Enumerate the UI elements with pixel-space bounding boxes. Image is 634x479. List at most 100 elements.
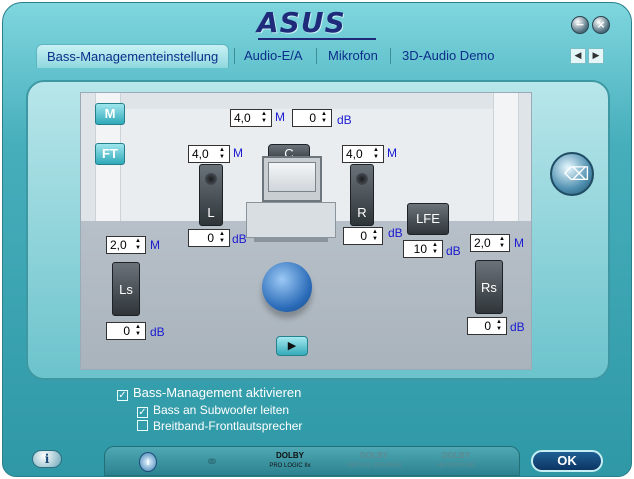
close-button[interactable]: ×: [592, 16, 610, 34]
broadband-front-checkbox[interactable]: Breitband-Frontlautsprecher: [137, 419, 302, 433]
ls-level-spinner[interactable]: 0 ▲ ▼: [106, 322, 146, 340]
right-surround-speaker[interactable]: Rs: [475, 260, 503, 314]
spin-arrows-icon[interactable]: ▲ ▼: [497, 236, 507, 250]
lfe-level-spinner[interactable]: 10 ▲ ▼: [403, 240, 443, 258]
dolby-virtual-speaker-button[interactable]: DOLBY VIRTUAL SPEAKER: [339, 451, 409, 473]
left-level-spinner[interactable]: 0 ▲ ▼: [188, 229, 230, 247]
center-distance-value: 4,0: [234, 111, 251, 125]
dolby-virtual-bottom: VIRTUAL SPEAKER: [346, 463, 402, 469]
bass-management-checkbox[interactable]: ✓ Bass-Management aktivieren: [117, 385, 301, 401]
tab-bar: Bass-Managementeinstellung Audio-E/A Mik…: [30, 44, 615, 68]
left-speaker[interactable]: L: [199, 164, 223, 226]
left-distance-spinner[interactable]: 4,0 ▲ ▼: [188, 145, 230, 163]
dolby-headphone-bottom: HEADPHONE: [436, 463, 475, 469]
dolby-prologic-bottom: PRO LOGIC IIx: [269, 463, 311, 469]
dolby-prologic-top: DOLBY: [276, 451, 304, 460]
spin-arrows-icon[interactable]: ▲ ▼: [319, 111, 329, 125]
tv-icon: [262, 156, 322, 202]
speaker-driver: [205, 173, 217, 185]
ls-distance-value: 2,0: [110, 238, 127, 252]
right-level-spinner[interactable]: 0 ▲ ▼: [343, 227, 383, 245]
spin-arrows-icon[interactable]: ▲ ▼: [370, 229, 380, 243]
tv-stand-base: [254, 238, 328, 242]
ok-button[interactable]: OK: [531, 450, 603, 472]
dolby-headphone-button[interactable]: DOLBY HEADPHONE: [421, 451, 491, 473]
ls-level-value: 0: [123, 324, 130, 338]
left-level-unit: dB: [232, 232, 247, 246]
tab-next-arrow-icon[interactable]: ▶: [588, 48, 604, 64]
rs-level-value: 0: [484, 319, 491, 333]
spin-arrows-icon[interactable]: ▲ ▼: [133, 238, 143, 252]
center-distance-spinner[interactable]: 4,0 ▲ ▼: [230, 109, 272, 127]
left-distance-value: 4,0: [192, 147, 209, 161]
right-speaker[interactable]: R: [350, 164, 374, 226]
right-speaker-label: R: [357, 205, 367, 220]
spin-arrows-icon[interactable]: ▲ ▼: [259, 111, 269, 125]
spin-arrows-icon[interactable]: ▲ ▼: [371, 147, 381, 161]
right-level-value: 0: [360, 229, 367, 243]
dolby-virtual-top: DOLBY: [360, 451, 388, 460]
spin-arrows-icon[interactable]: ▲ ▼: [133, 324, 143, 338]
broadband-front-label: Breitband-Frontlautsprecher: [153, 419, 303, 433]
tab-prev-arrow-icon[interactable]: ◀: [570, 48, 586, 64]
left-level-value: 0: [207, 231, 214, 245]
lfe-level-value: 10: [413, 242, 427, 256]
tab-microphone[interactable]: Mikrofon: [318, 44, 388, 68]
ls-distance-spinner[interactable]: 2,0 ▲ ▼: [106, 236, 146, 254]
bass-to-subwoofer-checkbox[interactable]: ✓ Bass an Subwoofer leiten: [137, 403, 289, 418]
tv-screen: [268, 162, 316, 192]
rs-level-spinner[interactable]: 0 ▲ ▼: [467, 317, 507, 335]
left-speaker-label: L: [207, 205, 215, 220]
minimize-button[interactable]: −: [571, 16, 589, 34]
spin-arrows-icon[interactable]: ▲ ▼: [430, 242, 440, 256]
headphone-icon[interactable]: ⚭: [197, 452, 227, 472]
right-level-unit: dB: [388, 226, 403, 240]
rs-distance-spinner[interactable]: 2,0 ▲ ▼: [470, 234, 510, 252]
bass-to-subwoofer-label: Bass an Subwoofer leiten: [153, 403, 290, 417]
reset-button[interactable]: ⌫: [550, 152, 594, 196]
logo-underline: [258, 38, 376, 40]
tab-bass-management[interactable]: Bass-Managementeinstellung: [36, 44, 230, 68]
lfe-level-unit: dB: [446, 244, 461, 258]
dolby-prologic-button[interactable]: DOLBY PRO LOGIC IIx: [255, 451, 325, 473]
tab-audio-io[interactable]: Audio-E/A: [234, 44, 313, 68]
spin-arrows-icon[interactable]: ▲ ▼: [217, 231, 227, 245]
dolby-headphone-top: DOLBY: [442, 451, 470, 460]
listener-position[interactable]: [262, 262, 312, 312]
rs-distance-unit: M: [514, 236, 524, 250]
rs-distance-value: 2,0: [474, 236, 491, 250]
checkbox-checked-icon[interactable]: ✓: [137, 407, 148, 418]
lfe-subwoofer[interactable]: LFE: [407, 203, 449, 235]
mode-m-button[interactable]: M: [95, 103, 125, 125]
left-distance-unit: M: [233, 146, 243, 160]
ls-level-unit: dB: [150, 325, 165, 339]
spin-arrows-icon[interactable]: ▲ ▼: [217, 147, 227, 161]
center-level-value: 0: [309, 111, 316, 125]
info-button[interactable]: i: [32, 450, 62, 468]
tab-separator: [390, 48, 391, 64]
wall-pillar-right: [493, 93, 519, 221]
left-surround-speaker[interactable]: Ls: [112, 262, 140, 316]
speaker-driver: [356, 173, 368, 185]
tab-3d-audio-demo[interactable]: 3D-Audio Demo: [392, 44, 505, 68]
checkbox-checked-icon[interactable]: ✓: [117, 390, 128, 401]
right-distance-value: 4,0: [346, 147, 363, 161]
right-distance-unit: M: [387, 146, 397, 160]
center-level-unit: dB: [337, 113, 352, 127]
rs-level-unit: dB: [510, 320, 525, 334]
eraser-icon: ⌫: [564, 164, 590, 185]
tab-separator: [316, 48, 317, 64]
center-level-spinner[interactable]: 0 ▲ ▼: [292, 109, 332, 127]
mode-ft-button[interactable]: FT: [95, 143, 125, 165]
checkbox-unchecked-icon[interactable]: [137, 420, 148, 431]
bottom-toolbar: i ⚭ DOLBY PRO LOGIC IIx DOLBY VIRTUAL SP…: [104, 446, 520, 476]
tv-stand: [246, 202, 336, 238]
ls-distance-unit: M: [150, 238, 160, 252]
info-round-icon[interactable]: i: [139, 452, 157, 472]
center-distance-unit: M: [275, 110, 285, 124]
play-test-button[interactable]: ▶: [276, 336, 308, 356]
spin-arrows-icon[interactable]: ▲ ▼: [494, 319, 504, 333]
right-distance-spinner[interactable]: 4,0 ▲ ▼: [342, 145, 384, 163]
bass-management-label: Bass-Management aktivieren: [133, 385, 302, 400]
asus-audio-window: ASUS − × Bass-Managementeinstellung Audi…: [0, 0, 634, 479]
